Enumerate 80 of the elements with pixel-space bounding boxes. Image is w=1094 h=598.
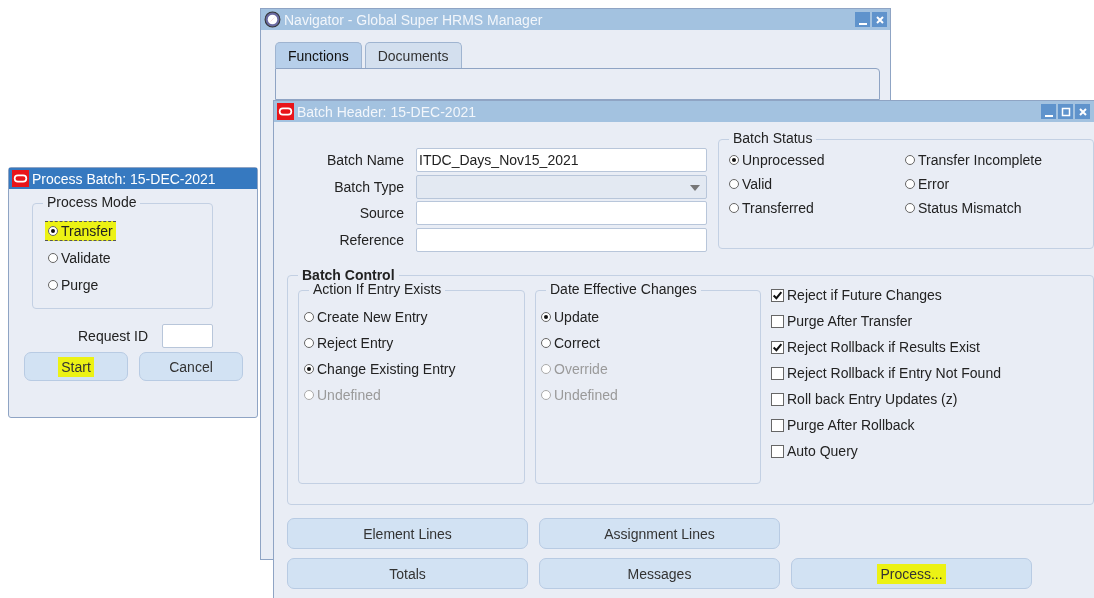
- radio-button[interactable]: [729, 203, 739, 213]
- text-field[interactable]: [416, 227, 707, 252]
- action-button[interactable]: Process...: [791, 558, 1032, 589]
- checkbox[interactable]: [771, 392, 784, 406]
- option-label: Transferred: [742, 200, 814, 216]
- group-title: Date Effective Changes: [546, 281, 701, 297]
- dropdown-field[interactable]: [416, 174, 707, 199]
- radio-button[interactable]: [48, 225, 58, 236]
- group-title: Process Mode: [43, 194, 141, 210]
- radio-button[interactable]: [905, 179, 915, 189]
- text-field[interactable]: [416, 201, 707, 225]
- option-label: Transfer Incomplete: [918, 152, 1042, 168]
- action-button[interactable]: Cancel: [139, 352, 243, 381]
- checkbox-label: Purge After Transfer: [787, 313, 913, 329]
- checkbox[interactable]: [771, 340, 784, 354]
- radio-button[interactable]: [304, 338, 314, 348]
- caret-icon: [690, 184, 700, 191]
- checkbox[interactable]: [771, 366, 784, 380]
- radio-button[interactable]: [48, 279, 58, 290]
- oracle-logo-icon: [277, 103, 294, 120]
- checkbox[interactable]: [771, 444, 784, 458]
- radio-button[interactable]: [304, 312, 314, 322]
- checkbox[interactable]: [771, 314, 784, 328]
- field-label: Batch Type: [333, 178, 405, 195]
- option-label: Reject Entry: [317, 335, 394, 351]
- checkbox-label: Reject if Future Changes: [787, 287, 942, 303]
- radio-button[interactable]: [905, 203, 915, 213]
- option-label: Update: [554, 309, 600, 325]
- close-icon: [874, 14, 885, 25]
- tab[interactable]: Functions: [275, 42, 362, 68]
- minimize-icon: [858, 22, 867, 25]
- minimize-icon: [1044, 114, 1053, 117]
- tab[interactable]: Documents: [364, 42, 462, 68]
- oracle-logo-icon: [12, 170, 29, 187]
- compass-icon: [264, 11, 281, 28]
- action-button[interactable]: Assignment Lines: [539, 518, 780, 549]
- checkbox[interactable]: [771, 288, 784, 302]
- field-label: Batch Name: [325, 152, 405, 168]
- option-label: Override: [554, 361, 608, 377]
- checkbox-label: Purge After Rollback: [787, 417, 915, 433]
- radio-button[interactable]: [48, 252, 58, 263]
- window-title: Batch Header: 15-DEC-2021: [297, 103, 476, 120]
- window-title: Navigator - Global Super HRMS Manager: [284, 11, 543, 28]
- checkbox-label: Reject Rollback if Entry Not Found: [787, 365, 1001, 381]
- close-icon: [1077, 106, 1088, 117]
- group-title: Batch Status: [729, 130, 817, 146]
- action-button[interactable]: Element Lines: [287, 518, 528, 549]
- option-label: Status Mismatch: [918, 200, 1022, 216]
- radio-button[interactable]: [729, 179, 739, 189]
- option-label: Correct: [554, 335, 600, 351]
- group-title: Action If Entry Exists: [309, 281, 446, 297]
- text-field[interactable]: [162, 324, 214, 348]
- field-label: Source: [358, 205, 405, 221]
- radio-button[interactable]: [905, 155, 915, 165]
- checkbox-label: Reject Rollback if Results Exist: [787, 339, 980, 355]
- radio-button[interactable]: [729, 155, 739, 165]
- checkbox-label: Auto Query: [787, 443, 858, 459]
- checkbox-label: Roll back Entry Updates (z): [787, 391, 958, 407]
- radio-button[interactable]: [541, 312, 551, 322]
- window-title: Process Batch: 15-DEC-2021: [32, 170, 216, 187]
- maximize-icon: [1060, 106, 1071, 117]
- radio-button[interactable]: [541, 338, 551, 348]
- option-label: Create New Entry: [317, 309, 428, 325]
- option-label: Purge: [61, 276, 99, 293]
- option-label: Change Existing Entry: [317, 361, 456, 377]
- field-label: Reference: [338, 231, 405, 248]
- action-button[interactable]: Messages: [539, 558, 780, 589]
- option-label: Undefined: [554, 387, 618, 403]
- field-label: Request ID: [77, 328, 150, 344]
- action-button[interactable]: Start: [24, 352, 128, 381]
- option-label: Undefined: [317, 387, 381, 403]
- option-label: Transfer: [61, 222, 113, 239]
- option-label: Unprocessed: [742, 152, 825, 168]
- option-label: Valid: [742, 176, 773, 192]
- action-button[interactable]: Totals: [287, 558, 528, 589]
- text-field[interactable]: ITDC_Days_Nov15_2021: [416, 148, 707, 172]
- option-label: Error: [918, 176, 950, 192]
- checkbox[interactable]: [771, 418, 784, 432]
- radio-button[interactable]: [304, 364, 314, 374]
- option-label: Validate: [61, 249, 111, 266]
